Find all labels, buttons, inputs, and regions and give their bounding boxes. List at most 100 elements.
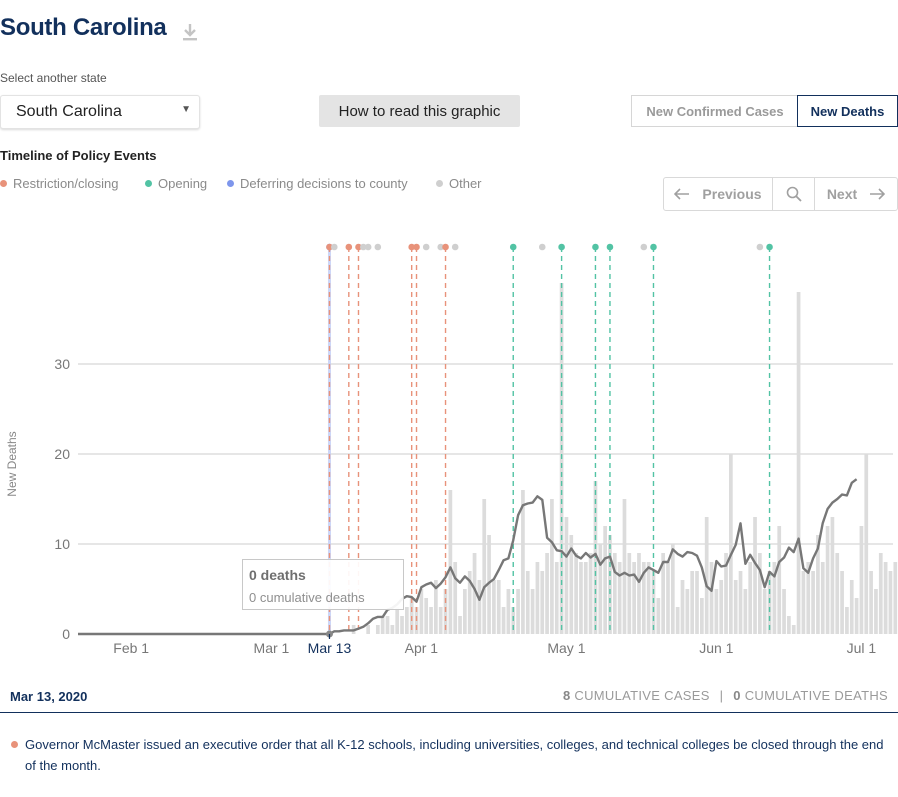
bar (859, 526, 864, 634)
policy-event-dot (592, 243, 599, 251)
legend-label: Other (449, 176, 482, 191)
x-tick-label: May 1 (547, 640, 585, 656)
chart-tooltip: 0 deaths 0 cumulative deaths (242, 559, 404, 610)
search-button[interactable] (773, 178, 815, 210)
state-select[interactable]: South Carolina ▼ (0, 95, 200, 129)
legend-dot (145, 180, 152, 187)
bar (840, 571, 844, 634)
bar (854, 598, 859, 634)
legend-label: Opening (158, 176, 208, 191)
bar (835, 553, 840, 634)
selected-date: Mar 13, 2020 (10, 689, 88, 704)
bar (709, 562, 714, 634)
bar (583, 562, 588, 634)
cumulative-deaths-count: 0 (733, 688, 741, 703)
bar (395, 607, 400, 634)
arrow-left-icon (674, 188, 690, 200)
bar (733, 580, 738, 634)
bar (758, 553, 762, 634)
cumulative-stats: 8 CUMULATIVE CASES | 0 CUMULATIVE DEATHS (563, 688, 888, 703)
cumulative-cases-count: 8 (562, 688, 571, 703)
bar (743, 589, 748, 634)
bar (530, 589, 535, 634)
bar (404, 607, 409, 634)
bar (714, 589, 719, 634)
bar (719, 580, 724, 634)
bar (699, 598, 704, 634)
bar (627, 553, 632, 634)
bar (521, 490, 525, 634)
y-tick-label: 30 (54, 356, 70, 372)
page-title: South Carolina (0, 14, 167, 41)
event-navigation: Previous Next (663, 177, 898, 211)
how-to-read-button[interactable]: How to read this graphic (319, 95, 520, 127)
bar (893, 562, 898, 634)
bar (501, 607, 506, 634)
policy-event-dot (451, 243, 459, 251)
bar (762, 589, 767, 634)
bar (380, 616, 385, 634)
legend-label: Deferring decisions to county (240, 176, 408, 191)
policy-event-dot (442, 243, 449, 251)
bar (579, 562, 583, 634)
deaths-chart[interactable]: 0 10 20 30 New Deaths Feb 1 Mar 1 Mar 13 Apr 1 Ma… (0, 230, 898, 670)
policy-event-dot (422, 243, 430, 251)
bar (811, 571, 815, 634)
x-tick-label: Jun 1 (699, 640, 733, 656)
download-icon[interactable] (181, 22, 199, 42)
x-tick-label: Mar 1 (254, 640, 290, 656)
bar (637, 553, 641, 634)
bar (878, 553, 883, 634)
bar (791, 625, 796, 634)
policy-event-dot (640, 243, 648, 251)
bar (525, 571, 530, 634)
bar (603, 526, 607, 634)
stats-separator: | (719, 688, 724, 703)
bar (695, 571, 699, 634)
bar (849, 580, 854, 634)
tab-new-confirmed-cases[interactable]: New Confirmed Cases (631, 95, 798, 127)
policy-event-dot (538, 243, 546, 251)
event-description: Governor McMaster issued an executive or… (25, 737, 884, 773)
bar (375, 625, 380, 634)
x-tick-label: Mar 13 (308, 640, 352, 656)
bar (666, 562, 670, 634)
bar (554, 562, 559, 634)
tooltip-cumulative: 0 cumulative deaths (249, 590, 365, 605)
bar (385, 616, 390, 634)
bar (874, 589, 878, 634)
bar (680, 580, 685, 634)
x-tick-label: Feb 1 (113, 640, 149, 656)
previous-button[interactable]: Previous (664, 178, 773, 210)
bar (448, 490, 453, 634)
bar (670, 544, 675, 634)
policy-event-dot (364, 243, 372, 251)
timeline-title: Timeline of Policy Events (0, 148, 157, 163)
bar (482, 499, 487, 634)
search-icon (786, 186, 802, 202)
bar (690, 571, 695, 634)
event-category-dot (11, 741, 18, 748)
bar (458, 616, 462, 634)
next-label: Next (826, 186, 858, 202)
bar (632, 562, 636, 634)
next-button[interactable]: Next (815, 178, 897, 210)
bar (869, 571, 873, 634)
bar (646, 562, 651, 634)
bar (574, 553, 578, 634)
bar (888, 571, 893, 634)
policy-event-dot (413, 243, 420, 251)
bar (820, 562, 825, 634)
tooltip-deaths: 0 deaths (249, 567, 306, 583)
x-tick-label: Jul 1 (847, 640, 877, 656)
bar (492, 580, 496, 634)
policy-event-dot (374, 243, 382, 251)
legend-dot (227, 180, 234, 187)
bar (825, 526, 830, 634)
bar (738, 571, 743, 634)
cumulative-deaths-label: CUMULATIVE DEATHS (744, 688, 888, 703)
tab-new-deaths[interactable]: New Deaths (797, 95, 898, 127)
bar (675, 607, 680, 634)
x-tick-label: Apr 1 (405, 640, 439, 656)
legend-restriction-closing: Restriction/closing (0, 176, 119, 191)
